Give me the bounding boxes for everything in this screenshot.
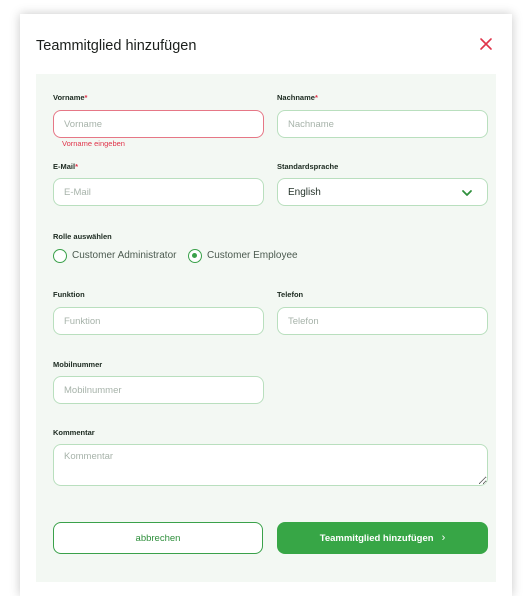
radio-checked-icon: [188, 249, 202, 263]
role-radio-group: Customer Administrator Customer Employee: [53, 248, 333, 266]
mobile-input[interactable]: [53, 376, 264, 404]
radio-unchecked-icon: [53, 249, 67, 263]
chevron-down-icon: [462, 190, 472, 196]
cancel-button[interactable]: abbrechen: [53, 522, 263, 554]
last-name-input[interactable]: [277, 110, 488, 138]
submit-button-label: Teammitglied hinzufügen: [319, 533, 434, 544]
first-name-input[interactable]: [53, 110, 264, 138]
language-selected-value: English: [288, 187, 321, 198]
function-input[interactable]: [53, 307, 264, 335]
dialog-header: Teammitglied hinzufügen: [20, 14, 512, 74]
first-name-error: Vorname eingeben: [62, 139, 125, 148]
comment-label: Kommentar: [53, 428, 95, 437]
role-option-label: Customer Employee: [207, 250, 298, 261]
language-select[interactable]: English: [277, 178, 488, 206]
chevron-right-icon: ›: [441, 532, 446, 544]
first-name-label: Vorname*: [53, 93, 88, 102]
language-label: Standardsprache: [277, 162, 339, 171]
email-label: E-Mail*: [53, 162, 79, 171]
dialog-title: Teammitglied hinzufügen: [36, 38, 197, 54]
email-input[interactable]: [53, 178, 264, 206]
function-label: Funktion: [53, 290, 85, 299]
close-icon[interactable]: [478, 36, 494, 52]
role-label: Rolle auswählen: [53, 232, 112, 241]
phone-input[interactable]: [277, 307, 488, 335]
comment-textarea[interactable]: [53, 444, 488, 486]
last-name-label: Nachname*: [277, 93, 318, 102]
phone-label: Telefon: [277, 290, 304, 299]
mobile-label: Mobilnummer: [53, 360, 103, 369]
add-team-member-button[interactable]: Teammitglied hinzufügen ›: [277, 522, 488, 554]
role-option-label: Customer Administrator: [72, 250, 177, 261]
